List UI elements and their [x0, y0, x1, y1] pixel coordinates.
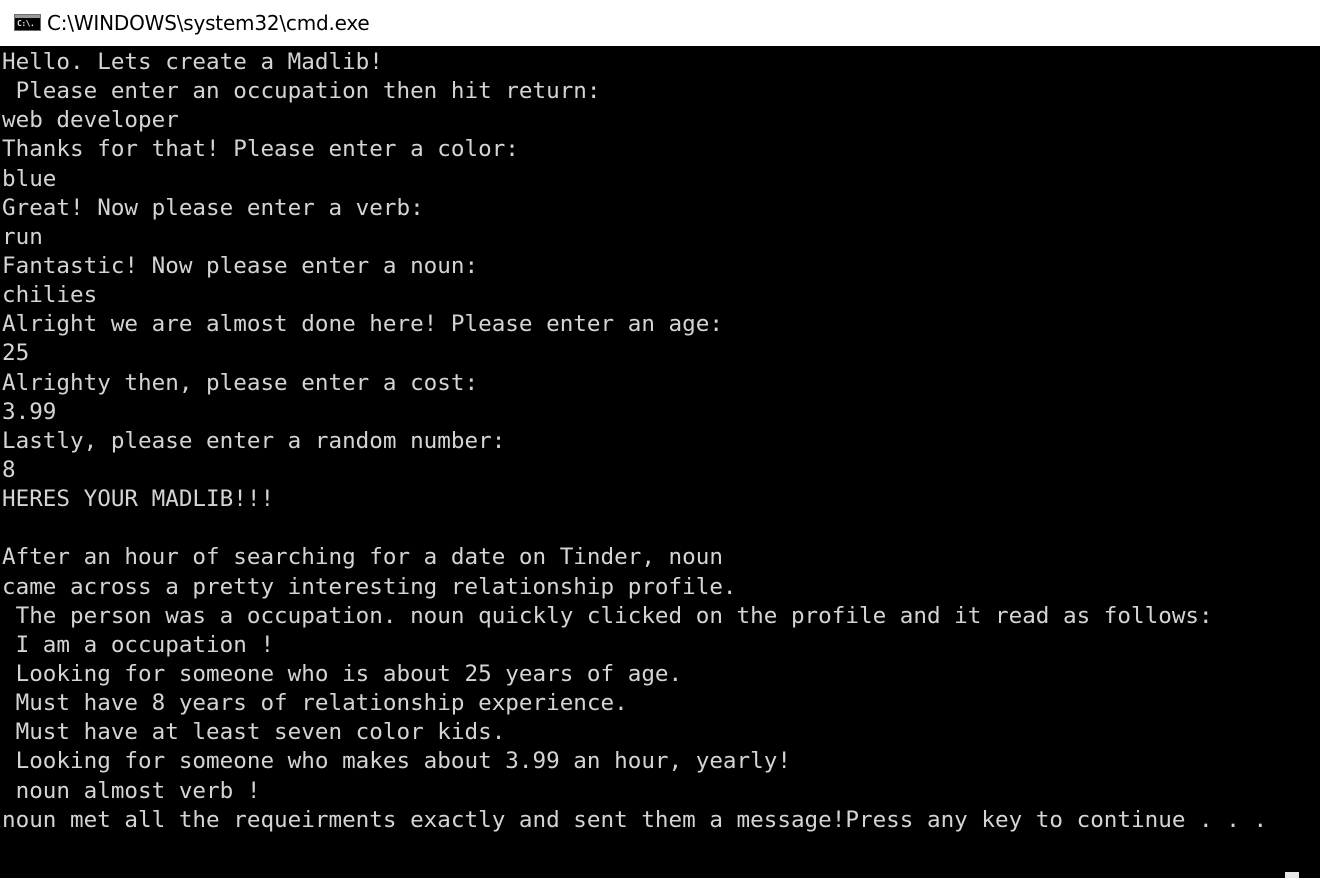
console-line: The person was a occupation. noun quickl… — [2, 602, 1213, 629]
console-line: Must have 8 years of relationship experi… — [2, 690, 628, 717]
command-prompt-icon-label: C:\. — [17, 18, 35, 28]
console-line: noun met all the requeirments exactly an… — [2, 806, 1268, 833]
window-title: C:\WINDOWS\system32\cmd.exe — [47, 11, 370, 35]
console-line: Great! Now please enter a verb: — [2, 194, 424, 221]
console-line: came across a pretty interesting relatio… — [2, 573, 737, 600]
title-bar[interactable]: C:\. C:\WINDOWS\system32\cmd.exe — [0, 0, 1320, 46]
console-line: noun almost verb ! — [2, 777, 261, 804]
console-line: Fantastic! Now please enter a noun: — [2, 252, 479, 279]
console-line: Looking for someone who is about 25 year… — [2, 660, 683, 687]
cmd-window: C:\. C:\WINDOWS\system32\cmd.exe Hello. … — [0, 0, 1320, 878]
console-line: I am a occupation ! — [2, 631, 275, 658]
console-line: run — [2, 223, 43, 250]
console-lines: Hello. Lets create a Madlib! Please ente… — [2, 48, 1267, 835]
console-line: Thanks for that! Please enter a color: — [2, 136, 519, 163]
console-line: Looking for someone who makes about 3.99… — [2, 748, 791, 775]
console-line: web developer — [2, 107, 179, 134]
console-line: 3.99 — [2, 398, 57, 425]
console-line: Must have at least seven color kids. — [2, 719, 506, 746]
console-line: Please enter an occupation then hit retu… — [2, 78, 601, 105]
console-line: Lastly, please enter a random number: — [2, 427, 506, 454]
console-output[interactable]: Hello. Lets create a Madlib! Please ente… — [0, 46, 1320, 878]
console-line: After an hour of searching for a date on… — [2, 544, 723, 571]
console-line: Hello. Lets create a Madlib! — [2, 49, 383, 75]
console-line: 8 — [2, 456, 16, 483]
console-line: 25 — [2, 340, 30, 367]
console-line: Alrighty then, please enter a cost: — [2, 369, 479, 396]
console-line: Alright we are almost done here! Please … — [2, 311, 723, 338]
console-line: HERES YOUR MADLIB!!! — [2, 486, 275, 513]
text-cursor — [1285, 872, 1299, 878]
command-prompt-icon[interactable]: C:\. — [14, 13, 41, 31]
console-line: chilies — [2, 282, 98, 309]
console-line: blue — [2, 165, 57, 192]
